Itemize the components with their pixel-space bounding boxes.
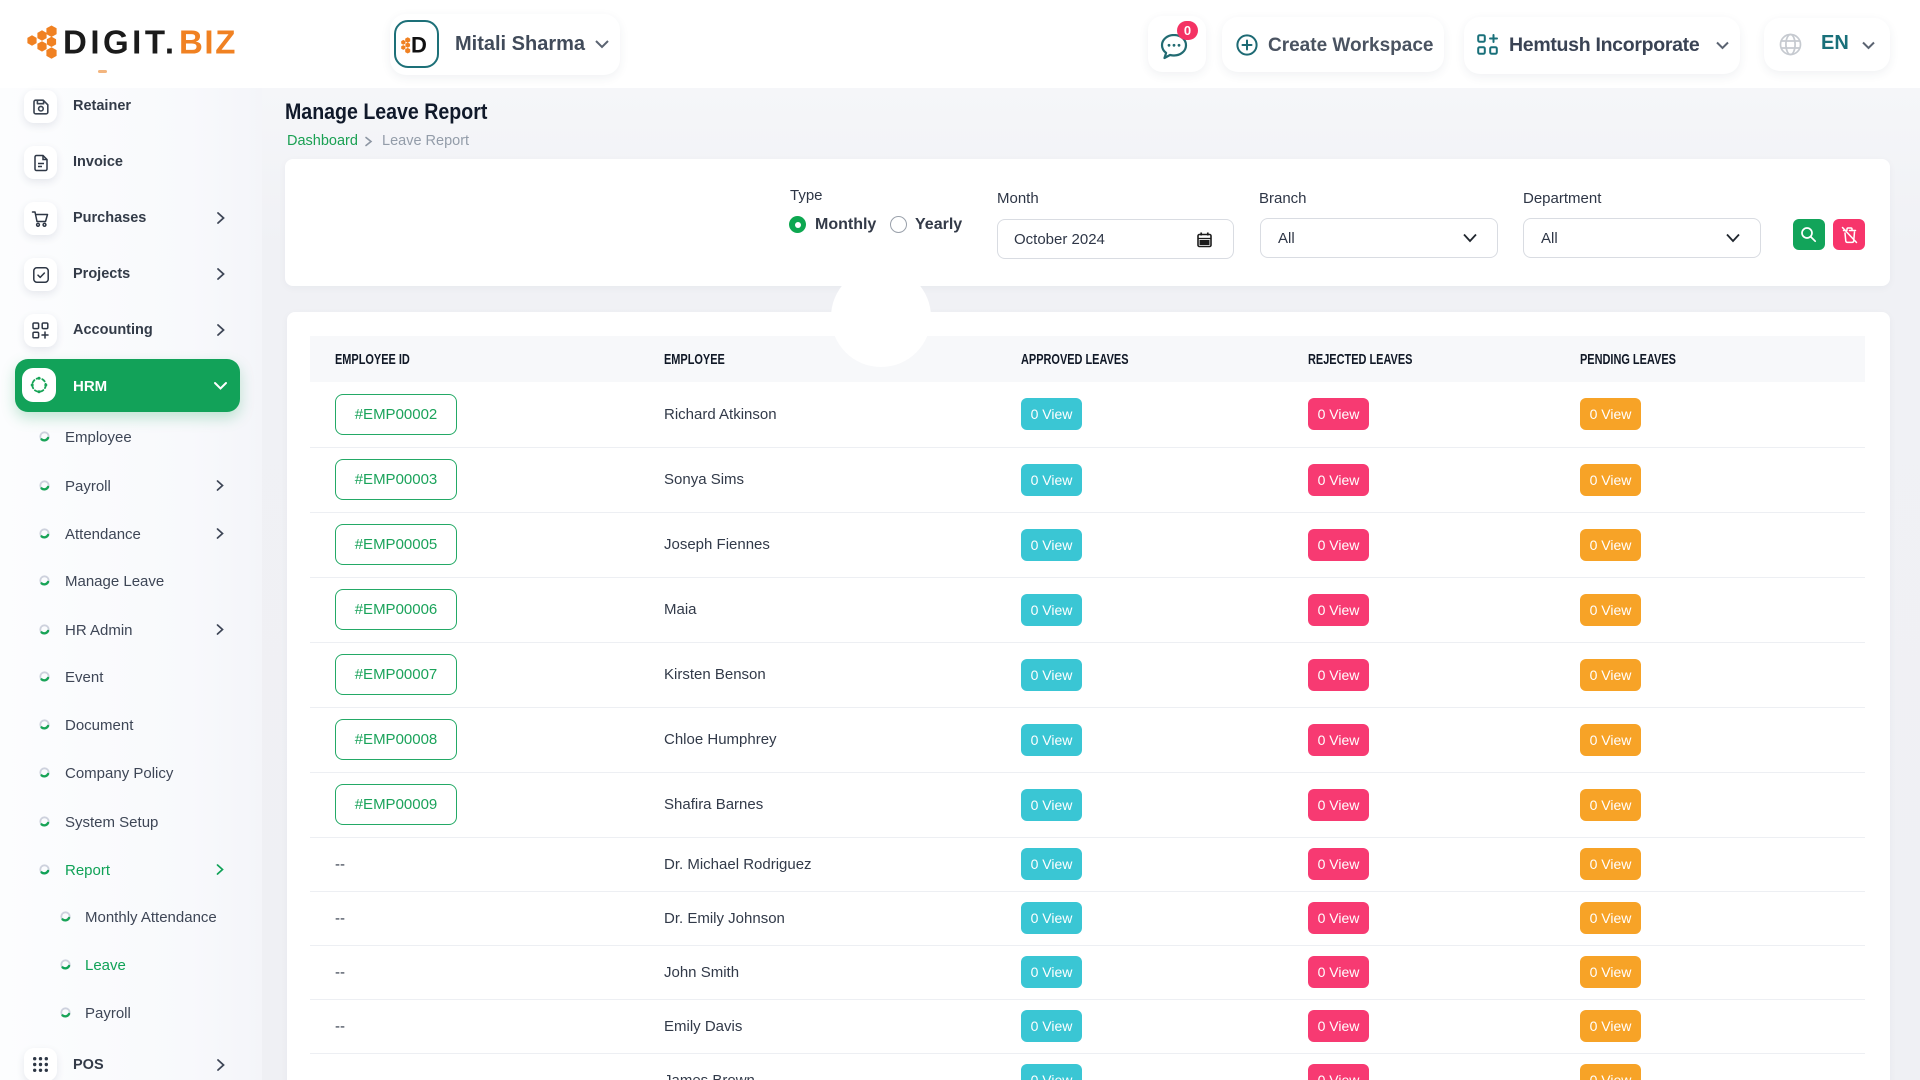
svg-text:DIGIT.: DIGIT. <box>63 24 178 61</box>
svg-text:BIZ: BIZ <box>179 24 237 61</box>
svg-text:D: D <box>411 33 427 58</box>
